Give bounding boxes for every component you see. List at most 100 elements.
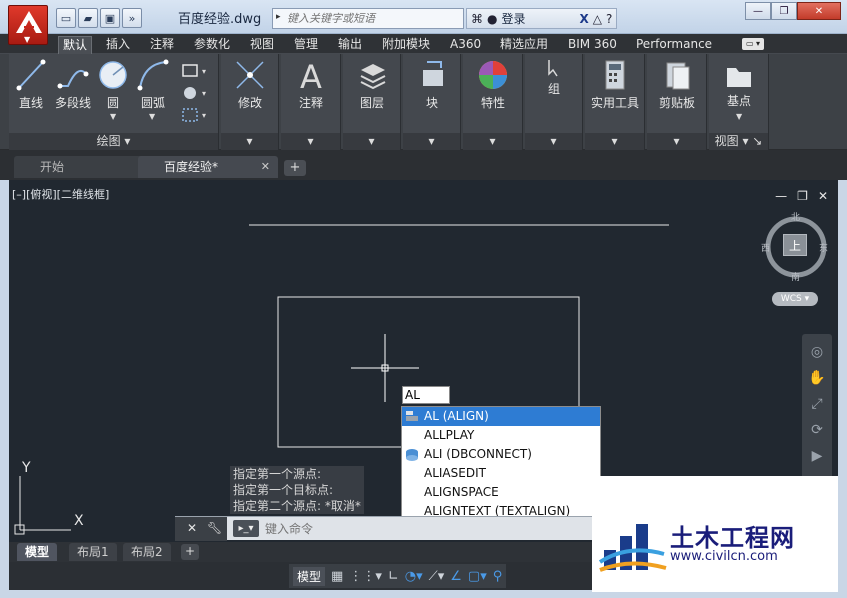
- help-icon[interactable]: ?: [606, 12, 612, 26]
- grid-icon[interactable]: ▦: [331, 569, 343, 584]
- tab-bim360[interactable]: BIM 360: [564, 36, 621, 54]
- tab-view[interactable]: 视图: [246, 36, 278, 54]
- new-tab-button[interactable]: +: [284, 160, 306, 176]
- open-file-icon[interactable]: ▰: [78, 8, 98, 28]
- close-icon[interactable]: ✕: [187, 521, 197, 535]
- binoculars-icon[interactable]: ⌘: [471, 12, 483, 26]
- tab-layout1[interactable]: 布局1: [69, 543, 117, 561]
- close-button[interactable]: ✕: [797, 2, 841, 20]
- add-layout-button[interactable]: +: [181, 544, 199, 560]
- steering-wheel-icon[interactable]: ◎: [802, 344, 832, 360]
- application-menu-button[interactable]: ▼: [8, 5, 48, 45]
- ortho-icon[interactable]: ∟: [388, 569, 399, 584]
- panel-block[interactable]: 块 ▾: [403, 54, 461, 150]
- annotation-tool[interactable]: A 注释: [291, 58, 331, 111]
- restore-button[interactable]: ❐: [771, 2, 797, 20]
- dynamic-input-field[interactable]: AL: [402, 386, 450, 404]
- chevron-down-icon[interactable]: ▾: [343, 133, 400, 150]
- tab-performance[interactable]: Performance: [632, 36, 716, 54]
- panel-layers[interactable]: 图层 ▾: [343, 54, 401, 150]
- autocomplete-item[interactable]: AL (ALIGN): [402, 407, 600, 426]
- panel-annotation[interactable]: A 注释 ▾: [281, 54, 341, 150]
- tab-featured-apps[interactable]: 精选应用: [496, 36, 552, 54]
- block-tool[interactable]: 块: [412, 58, 452, 111]
- login-link[interactable]: 登录: [501, 10, 525, 27]
- new-file-icon[interactable]: ▭: [56, 8, 76, 28]
- tab-start[interactable]: 开始: [14, 156, 150, 178]
- a360-icon[interactable]: △: [593, 12, 602, 26]
- autocomplete-item[interactable]: ALLPLAY: [402, 426, 600, 445]
- chevron-down-icon[interactable]: ▾: [585, 133, 644, 150]
- viewcube[interactable]: 北 南 东 西 上: [761, 213, 829, 283]
- boundary-tool[interactable]: ▾: [179, 106, 211, 124]
- isodraft-icon[interactable]: ⟋▾: [429, 569, 445, 584]
- ribbon-minimize-toggle[interactable]: ▭ ▾: [742, 38, 764, 50]
- panel-group[interactable]: 组 ▾: [525, 54, 583, 150]
- compass-north[interactable]: 北: [791, 210, 800, 223]
- tab-parametric[interactable]: 参数化: [190, 36, 234, 54]
- user-icon[interactable]: ●: [487, 12, 497, 26]
- command-prompt-icon[interactable]: ▸_▾: [233, 520, 259, 537]
- tab-insert[interactable]: 插入: [102, 36, 134, 54]
- panel-clipboard[interactable]: 剪贴板 ▾: [647, 54, 707, 150]
- panel-utilities[interactable]: 实用工具 ▾: [585, 54, 645, 150]
- chevron-down-icon[interactable]: ▾: [403, 133, 460, 150]
- panel-title-view[interactable]: 视图 ▾ ↘: [709, 133, 768, 150]
- snap-icon[interactable]: ⋮⋮▾: [349, 569, 382, 584]
- chevron-down-icon[interactable]: ▾: [647, 133, 706, 150]
- orbit-icon[interactable]: ⟳: [802, 422, 832, 438]
- panel-properties[interactable]: 特性 ▾: [463, 54, 523, 150]
- tab-layout2[interactable]: 布局2: [123, 543, 171, 561]
- panel-modify[interactable]: 修改 ▾: [221, 54, 279, 150]
- object-snap-tracking-icon[interactable]: ∠: [450, 569, 462, 584]
- more-tools-icon[interactable]: »: [122, 8, 142, 28]
- chevron-down-icon[interactable]: ▼: [110, 112, 116, 121]
- autocomplete-item[interactable]: ALI (DBCONNECT): [402, 445, 600, 464]
- tab-model[interactable]: 模型: [17, 543, 58, 561]
- object-snap-icon[interactable]: ▢▾: [468, 569, 487, 584]
- compass-east[interactable]: 东: [819, 241, 828, 254]
- save-icon[interactable]: ▣: [100, 8, 120, 28]
- autocomplete-item[interactable]: ALIASEDIT: [402, 464, 600, 483]
- line-tool[interactable]: 直线: [15, 58, 47, 111]
- panel-title-draw[interactable]: 绘图 ▾: [9, 133, 218, 150]
- wcs-menu[interactable]: WCS ▾: [772, 292, 818, 306]
- pan-hand-icon[interactable]: ✋: [802, 370, 832, 386]
- exchange-icon[interactable]: X: [580, 12, 589, 26]
- zoom-extents-icon[interactable]: ⤢: [802, 396, 832, 412]
- compass-west[interactable]: 西: [761, 241, 770, 254]
- chevron-down-icon[interactable]: ▼: [736, 112, 742, 121]
- utilities-tool[interactable]: 实用工具: [589, 58, 641, 111]
- modify-tool[interactable]: 修改: [230, 58, 270, 111]
- showmotion-icon[interactable]: ▶: [802, 448, 832, 464]
- tab-default[interactable]: 默认: [58, 36, 93, 54]
- arc-tool[interactable]: 圆弧 ▼: [133, 58, 173, 121]
- circle-tool[interactable]: 圆 ▼: [97, 58, 129, 121]
- search-box[interactable]: ▸: [272, 8, 464, 29]
- viewcube-top-face[interactable]: 上: [783, 234, 807, 256]
- tab-output[interactable]: 输出: [334, 36, 366, 54]
- minimize-button[interactable]: —: [745, 2, 771, 20]
- layers-tool[interactable]: 图层: [352, 58, 392, 111]
- chevron-down-icon[interactable]: ▼: [149, 112, 155, 121]
- compass-south[interactable]: 南: [791, 270, 800, 283]
- tab-manage[interactable]: 管理: [290, 36, 322, 54]
- polar-tracking-icon[interactable]: ◔▾: [405, 569, 423, 584]
- search-input[interactable]: [287, 10, 461, 27]
- tab-a360[interactable]: A360: [446, 36, 485, 54]
- polyline-tool[interactable]: 多段线: [51, 58, 95, 111]
- close-tab-icon[interactable]: ✕: [261, 156, 270, 178]
- command-input[interactable]: [265, 520, 465, 538]
- wrench-icon[interactable]: 🔧︎: [207, 521, 222, 535]
- tab-addins[interactable]: 附加模块: [378, 36, 434, 54]
- chevron-down-icon[interactable]: ▾: [463, 133, 522, 150]
- chevron-down-icon[interactable]: ▾: [221, 133, 278, 150]
- autocomplete-item[interactable]: ALIGNSPACE: [402, 483, 600, 502]
- clipboard-tool[interactable]: 剪贴板: [653, 58, 701, 111]
- rectangle-tool[interactable]: ▾: [179, 62, 211, 80]
- model-space-toggle[interactable]: 模型: [293, 566, 326, 586]
- hatch-tool[interactable]: ▾: [179, 84, 211, 102]
- tab-current-drawing[interactable]: 百度经验* ✕: [138, 156, 278, 178]
- group-tool[interactable]: 组: [534, 58, 574, 97]
- expand-arrow-icon[interactable]: ▸: [276, 12, 281, 22]
